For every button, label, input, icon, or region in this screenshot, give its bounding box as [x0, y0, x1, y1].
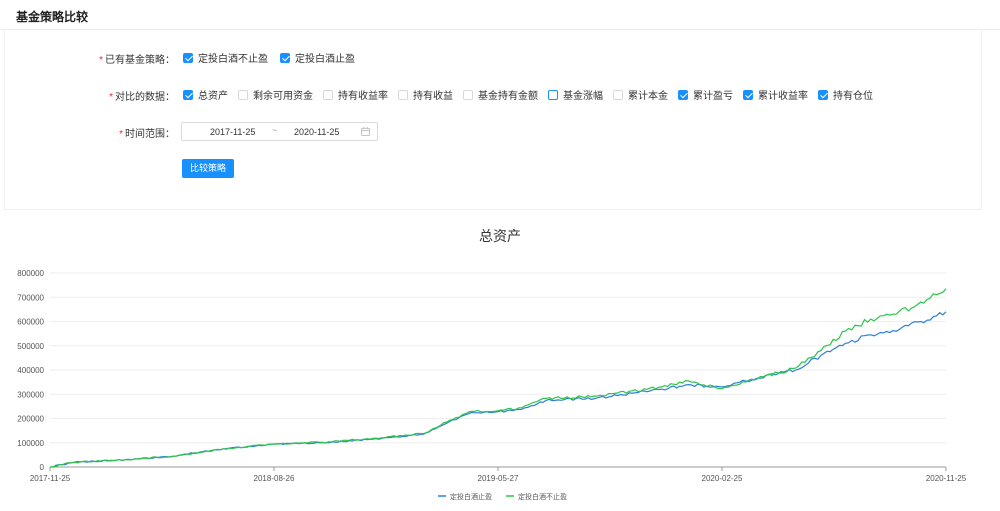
- required-mark: *: [119, 129, 123, 140]
- metric-option[interactable]: 累计盈亏: [678, 87, 733, 102]
- strategy-label: * 已有基金策略：: [99, 55, 175, 66]
- metric-option[interactable]: 持有收益: [398, 87, 453, 102]
- metric-option[interactable]: 基金持有金额: [463, 87, 538, 102]
- y-tick-label: 500000: [17, 342, 44, 351]
- date-range-picker[interactable]: 2017-11-25 ~ 2020-11-25: [181, 122, 378, 141]
- x-tick-label: 2018-08-26: [254, 474, 295, 483]
- metric-option[interactable]: 剩余可用资金: [238, 87, 313, 102]
- metric-checkbox[interactable]: [818, 89, 828, 100]
- metric-option[interactable]: 累计本金: [613, 87, 668, 102]
- legend-label: 定投白酒止盈: [450, 492, 492, 501]
- y-tick-label: 200000: [17, 415, 44, 424]
- x-tick-label: 2020-02-25: [702, 474, 743, 483]
- metric-option-label: 基金持有金额: [478, 91, 538, 102]
- metrics-row: * 对比的数据： 总资产 剩余可用资金 持有收益率 持有收益 基金持有金额 基金涨幅 累计本金…: [5, 86, 873, 104]
- date-end-input[interactable]: 2020-11-25: [294, 127, 339, 137]
- y-tick-label: 0: [40, 463, 45, 472]
- date-start-input[interactable]: 2017-11-25: [210, 127, 255, 137]
- metric-option[interactable]: 持有收益率: [323, 87, 388, 102]
- y-tick-label: 100000: [17, 439, 44, 448]
- y-tick-label: 300000: [17, 390, 44, 399]
- strategy-option-label: 定投白酒不止盈: [198, 54, 268, 65]
- metric-option[interactable]: 基金涨幅: [548, 87, 603, 102]
- y-tick-label: 600000: [17, 318, 44, 327]
- strategy-option[interactable]: 定投白酒不止盈: [183, 50, 268, 65]
- x-tick-label: 2019-05-27: [478, 474, 519, 483]
- y-tick-label: 700000: [17, 293, 44, 302]
- page-header: 基金策略比较: [0, 0, 1000, 30]
- metric-option-label: 剩余可用资金: [253, 91, 313, 102]
- metric-checkbox[interactable]: [238, 89, 248, 100]
- legend-label: 定投白酒不止盈: [518, 492, 567, 501]
- required-mark: *: [99, 55, 103, 66]
- y-tick-label: 800000: [17, 269, 44, 278]
- date-separator: ~: [272, 125, 278, 135]
- series-line: [49, 288, 947, 468]
- page-title: 基金策略比较: [16, 10, 89, 24]
- metric-option-label: 持有收益: [413, 91, 453, 102]
- total-assets-chart: 总资产 0 100000 200000 300000 400000 500000 600000…: [17, 228, 967, 501]
- x-tick-label: 2017-11-25: [30, 474, 71, 483]
- metric-option-label: 持有仓位: [833, 91, 873, 102]
- calendar-icon[interactable]: [361, 127, 370, 136]
- metric-option-label: 累计收益率: [758, 91, 808, 102]
- strategy-checkbox[interactable]: [280, 52, 290, 63]
- metric-option-label: 累计盈亏: [693, 91, 733, 102]
- metric-option-label: 基金涨幅: [563, 91, 603, 102]
- chart-title: 总资产: [479, 228, 521, 244]
- series-line: [50, 311, 947, 468]
- metric-checkbox[interactable]: [678, 89, 688, 100]
- compare-button[interactable]: 比较策略: [182, 159, 234, 178]
- time-range-label: * 时间范围：: [119, 129, 175, 140]
- metric-checkbox[interactable]: [613, 89, 623, 100]
- required-mark: *: [109, 92, 113, 103]
- strategy-option-label: 定投白酒止盈: [295, 54, 355, 65]
- strategy-option[interactable]: 定投白酒止盈: [280, 50, 355, 65]
- metric-checkbox[interactable]: [183, 89, 193, 100]
- y-tick-label: 400000: [17, 366, 44, 375]
- metric-checkbox[interactable]: [463, 89, 473, 100]
- metric-option[interactable]: 持有仓位: [818, 87, 873, 102]
- metric-checkbox[interactable]: [398, 89, 408, 100]
- time-range-row: * 时间范围：: [5, 123, 175, 141]
- strategy-row: * 已有基金策略： 定投白酒不止盈 定投白酒止盈: [5, 49, 355, 67]
- metrics-label: * 对比的数据：: [109, 92, 175, 103]
- metric-option[interactable]: 累计收益率: [743, 87, 808, 102]
- strategy-checkbox[interactable]: [183, 52, 193, 63]
- compare-form: * 已有基金策略： 定投白酒不止盈 定投白酒止盈 * 对比的数据： 总资产 剩余可用资金…: [4, 30, 982, 210]
- metric-checkbox[interactable]: [743, 89, 753, 100]
- metric-options: 总资产 剩余可用资金 持有收益率 持有收益 基金持有金额 基金涨幅 累计本金 累计盈亏 累计收益…: [183, 87, 883, 102]
- x-tick-label: 2020-11-25: [926, 474, 967, 483]
- metric-checkbox[interactable]: [323, 89, 333, 100]
- metric-option-label: 持有收益率: [338, 91, 388, 102]
- strategy-options: 定投白酒不止盈 定投白酒止盈: [183, 50, 367, 65]
- metric-option-label: 累计本金: [628, 91, 668, 102]
- metric-checkbox[interactable]: [548, 89, 558, 100]
- metric-option[interactable]: 总资产: [183, 87, 228, 102]
- metric-option-label: 总资产: [198, 91, 228, 102]
